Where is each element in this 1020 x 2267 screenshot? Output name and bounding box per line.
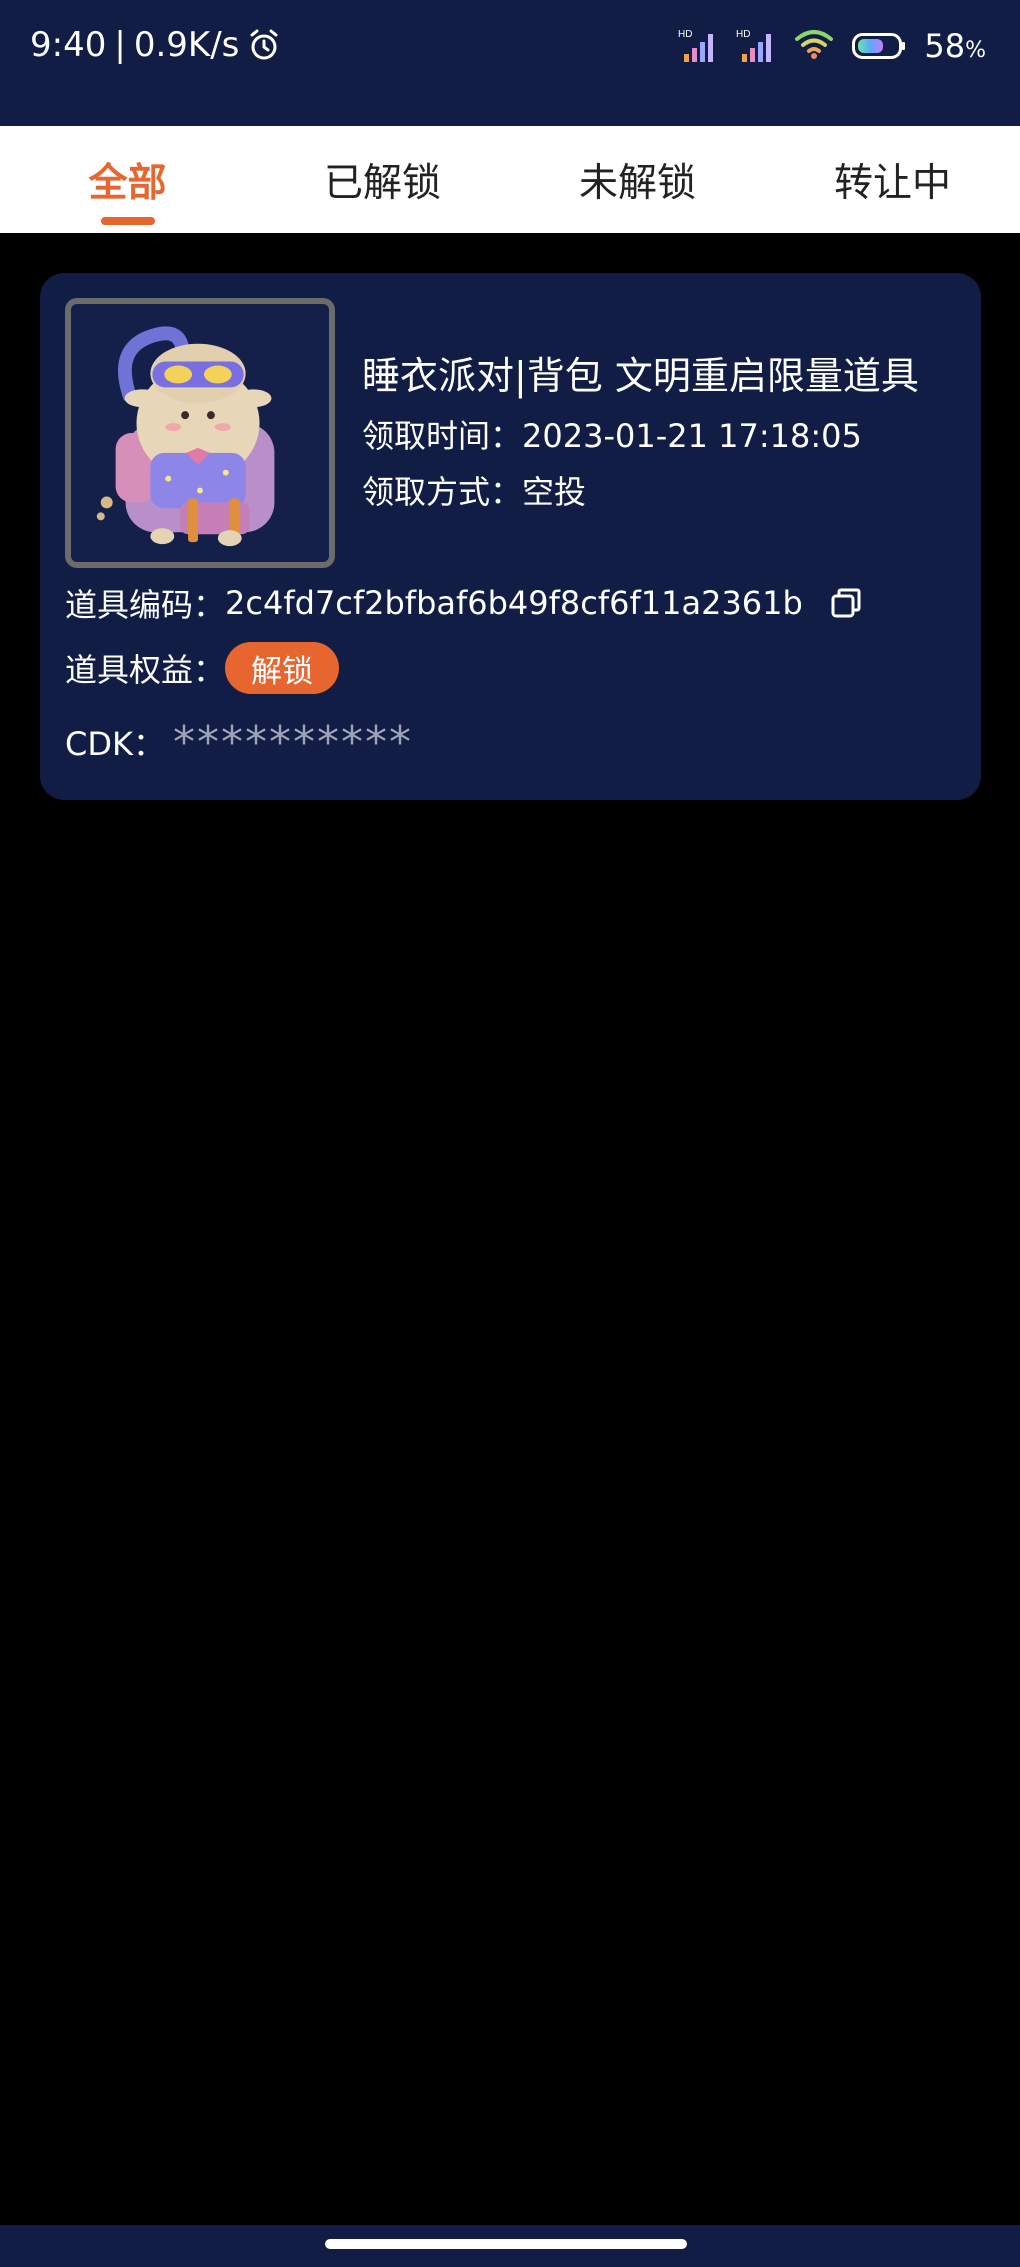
battery-icon <box>852 33 906 59</box>
tab-label: 已解锁 <box>323 160 441 206</box>
tab-locked[interactable]: 未解锁 <box>510 126 765 233</box>
status-right: HD HD 58% <box>678 24 986 68</box>
item-code-label: 道具编码： <box>65 586 226 624</box>
tab-transferring[interactable]: 转让中 <box>765 126 1020 233</box>
claim-time-value: 2023-01-21 17:18:05 <box>522 417 862 455</box>
status-left: 9:40 | 0.9K/s <box>30 22 281 68</box>
item-code-value: 2c4fd7cf2bfbaf6b49f8cf6f11a2361b <box>225 584 803 622</box>
item-benefit-label: 道具权益： <box>65 651 226 689</box>
status-time: 9:40 <box>30 25 107 65</box>
claim-time-row: 领取时间：2023-01-21 17:18:05 <box>362 411 862 457</box>
claim-time-label: 领取时间： <box>362 417 523 455</box>
signal-icon: HD <box>736 28 776 64</box>
tab-label: 全部 <box>88 160 167 206</box>
cdk-row: CDK： ********** <box>65 713 413 771</box>
battery-percent: 58% <box>924 27 986 65</box>
unlock-button[interactable]: 解锁 <box>225 642 340 694</box>
status-separator: | <box>114 25 126 65</box>
claim-method-label: 领取方式： <box>362 473 523 511</box>
tab-bar: 全部 已解锁 未解锁 转让中 <box>0 126 1020 233</box>
status-bar: 9:40 | 0.9K/s HD HD 58% <box>0 0 1020 126</box>
screen: 9:40 | 0.9K/s HD HD 58% 全部 已解锁 未解锁 转让中 睡… <box>0 0 1020 2267</box>
alarm-icon <box>250 29 278 60</box>
item-card[interactable]: 睡衣派对|背包 文明重启限量道具 领取时间：2023-01-21 17:18:0… <box>40 273 981 800</box>
battery-percent-unit: % <box>965 38 986 63</box>
signal-hd-label: HD <box>678 29 692 40</box>
item-title: 睡衣派对|背包 文明重启限量道具 <box>362 354 919 398</box>
wifi-icon <box>794 28 834 64</box>
cdk-value: ********** <box>172 716 413 768</box>
tab-label: 未解锁 <box>578 160 696 206</box>
copy-icon[interactable] <box>829 586 863 620</box>
tab-unlocked[interactable]: 已解锁 <box>255 126 510 233</box>
item-code-row: 道具编码： 2c4fd7cf2bfbaf6b49f8cf6f11a2361b <box>65 583 863 624</box>
backpack-illustration <box>96 326 275 547</box>
tab-label: 转让中 <box>833 160 951 206</box>
cdk-label: CDK： <box>65 725 165 763</box>
battery-percent-value: 58 <box>924 27 966 65</box>
signal-hd-label: HD <box>736 29 750 40</box>
tab-active-indicator <box>100 217 155 225</box>
claim-method-value: 空投 <box>522 473 587 511</box>
claim-method-row: 领取方式：空投 <box>362 467 586 513</box>
gesture-bar <box>0 2225 1020 2267</box>
item-image <box>65 298 335 568</box>
network-speed: 0.9K/s <box>133 25 240 65</box>
tab-all[interactable]: 全部 <box>0 126 255 233</box>
item-benefit-row: 道具权益： 解锁 <box>65 641 340 695</box>
home-indicator[interactable] <box>325 2239 687 2249</box>
signal-icon: HD <box>678 28 718 64</box>
